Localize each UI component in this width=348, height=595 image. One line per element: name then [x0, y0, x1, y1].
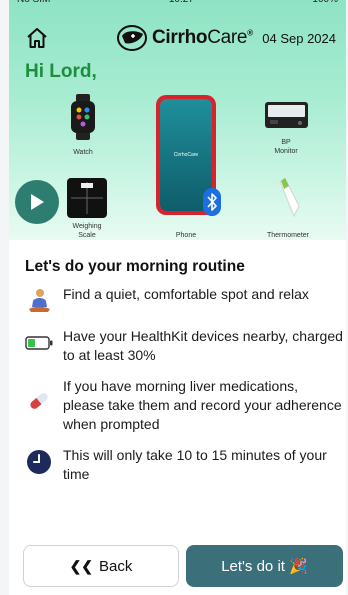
- liver-logo-icon: [117, 25, 147, 51]
- status-bar: No SIM 10:27 100%: [17, 0, 338, 8]
- chevron-left-icon: ❮❮: [69, 557, 94, 574]
- device-hero: No SIM 10:27 100% CirrhoCare® 04 Sep 202…: [9, 0, 346, 240]
- clock-icon: [25, 448, 53, 476]
- list-item-text: Have your HealthKit devices nearby, char…: [63, 328, 343, 363]
- routine-heading: Let's do your morning routine: [25, 258, 245, 275]
- list-item: This will only take 10 to 15 minutes of …: [25, 446, 343, 484]
- app-screen: No SIM 10:27 100% CirrhoCare® 04 Sep 202…: [9, 0, 346, 595]
- back-button-label: Back: [99, 557, 133, 575]
- phone-app-label: CirrhoCare: [173, 152, 199, 158]
- list-item: If you have morning liver medications, p…: [25, 377, 343, 434]
- pill-icon: [25, 387, 53, 415]
- phone-label: Phone: [175, 232, 197, 239]
- battery-text: 100%: [312, 0, 338, 8]
- list-item-text: Find a quiet, comfortable spot and relax: [63, 286, 309, 302]
- greeting-text: Hi Lord,: [25, 61, 97, 82]
- scale-image: [67, 178, 107, 218]
- battery-icon: [25, 329, 53, 357]
- scale-graphic: [71, 182, 103, 214]
- list-item: Have your HealthKit devices nearby, char…: [25, 327, 343, 365]
- bp-monitor-image: [265, 102, 308, 128]
- list-item: Find a quiet, comfortable spot and relax: [25, 285, 343, 315]
- routine-list: Find a quiet, comfortable spot and relax…: [25, 285, 343, 496]
- app-logo: CirrhoCare®: [116, 24, 253, 52]
- play-icon: [31, 194, 44, 210]
- clock-text: 10:27: [169, 0, 194, 8]
- bp-monitor-label: BP Monitor: [274, 139, 298, 155]
- thermometer-label: Thermometer: [266, 232, 309, 239]
- list-item-text: If you have morning liver medications, p…: [63, 378, 342, 432]
- lets-do-it-button[interactable]: Let's do it 🎉: [186, 545, 343, 587]
- thermometer-image: [279, 177, 300, 218]
- watch-label: Watch: [73, 149, 93, 156]
- carrier-text: No SIM: [17, 0, 50, 8]
- watch-image: [71, 94, 95, 140]
- bluetooth-icon: [203, 188, 221, 216]
- date-label: 04 Sep 2024: [262, 31, 336, 46]
- lets-do-it-label: Let's do it 🎉: [221, 558, 308, 575]
- list-item-text: This will only take 10 to 15 minutes of …: [63, 447, 327, 482]
- scale-label: Weighing Scale: [72, 223, 102, 239]
- back-button[interactable]: ❮❮ Back: [23, 545, 179, 587]
- home-icon[interactable]: [25, 26, 49, 50]
- meditation-icon: [25, 287, 53, 315]
- logo-text-accent: Care: [207, 27, 248, 48]
- play-video-button[interactable]: [15, 180, 59, 224]
- logo-text-main: Cirrho: [152, 27, 208, 48]
- logo-registered: ®: [247, 28, 253, 38]
